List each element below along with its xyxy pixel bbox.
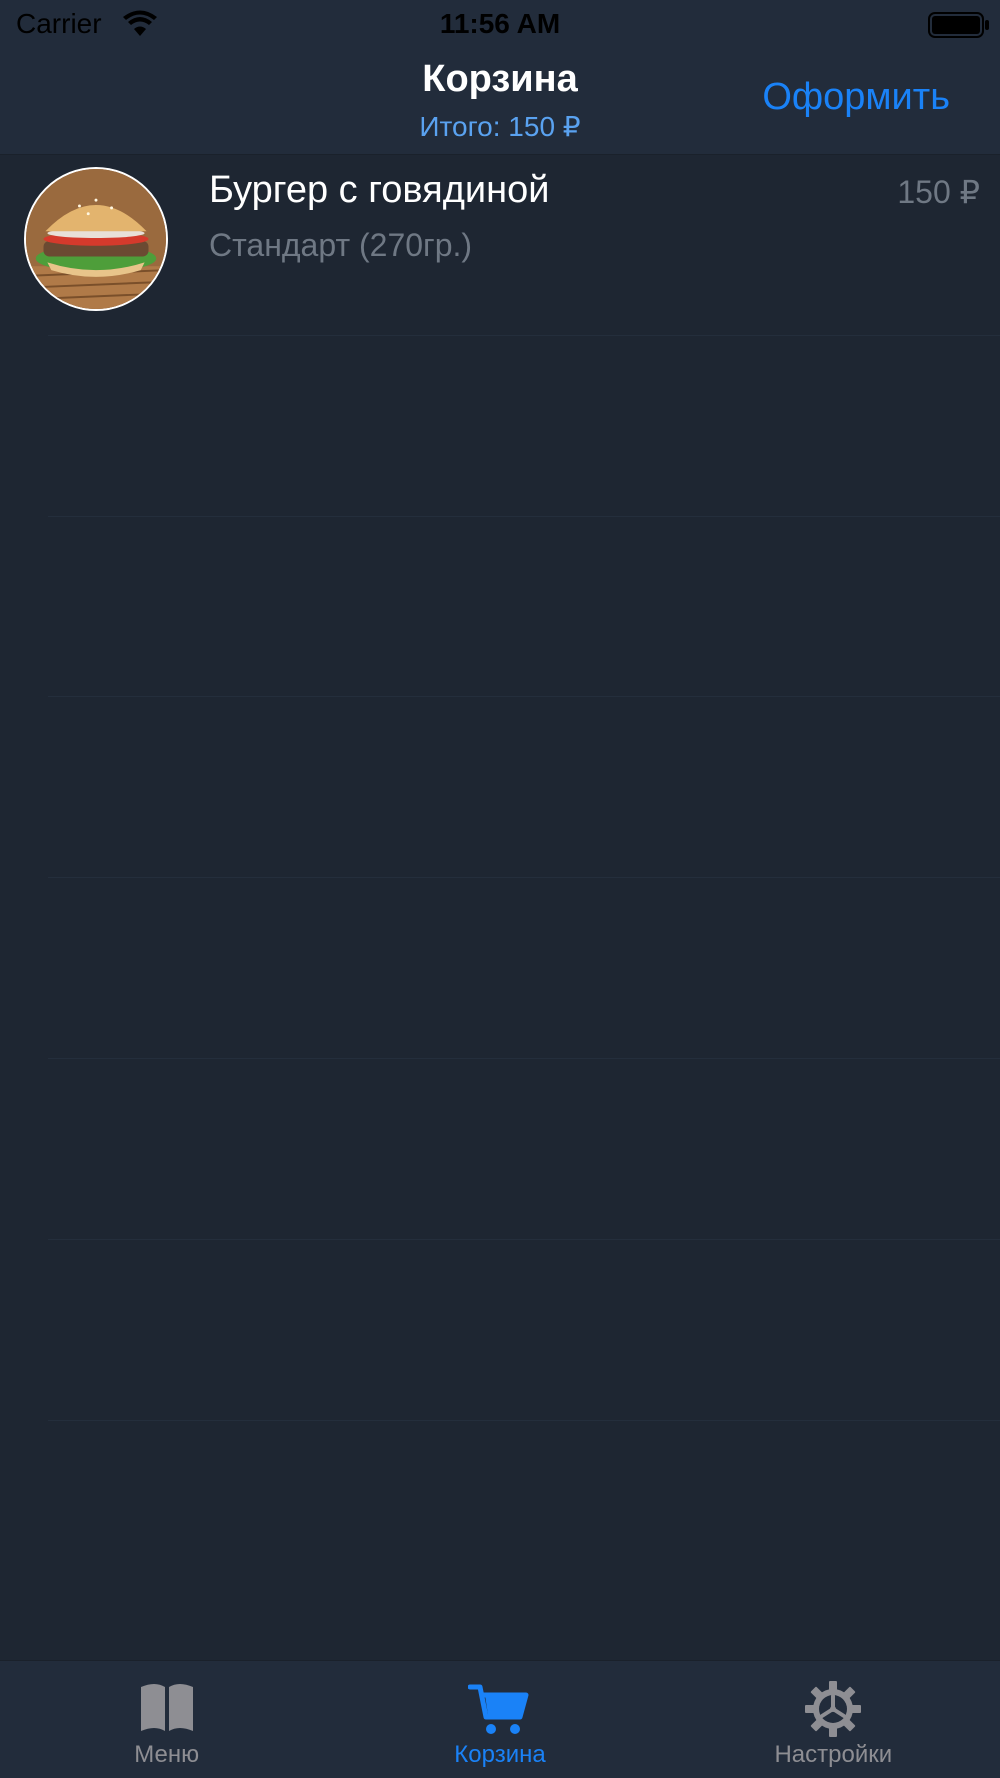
tab-settings[interactable]: Настройки [667,1661,1000,1778]
cart-icon [467,1684,529,1734]
item-name: Бургер с говядиной [209,169,550,211]
navigation-bar: Корзина Итого: 150 ₽ Оформить [0,50,1000,155]
tab-cart-label: Корзина [454,1741,546,1768]
row-separator [48,335,1000,336]
checkout-button[interactable]: Оформить [762,76,950,119]
row-separator [48,1058,1000,1059]
row-separator [48,696,1000,697]
burger-image-icon [26,169,166,309]
status-bar: Carrier 11:56 AM [0,0,1000,50]
cart-list: Бургер с говядиной Стандарт (270гр.) 150… [0,155,1000,1421]
tab-settings-label: Настройки [774,1741,893,1768]
row-separator [48,877,1000,878]
cart-item[interactable]: Бургер с говядиной Стандарт (270гр.) 150… [0,155,1000,335]
tab-bar: Меню Корзина Настройки [0,1660,1000,1778]
tab-menu-label: Меню [134,1741,200,1768]
row-separator [48,516,1000,517]
tab-menu[interactable]: Меню [0,1661,333,1778]
cart-screen: Carrier 11:56 AM Корзина Итого: 150 ₽ Оф… [0,0,1000,1778]
burger-photo [24,167,168,311]
tab-cart[interactable]: Корзина [333,1661,666,1778]
battery-icon [928,12,989,38]
status-time: 11:56 AM [439,8,561,39]
item-variant: Стандарт (270гр.) [209,227,473,263]
book-icon [140,1684,193,1731]
row-separator [48,1420,1000,1421]
item-price: 150 ₽ [897,174,980,210]
gear-icon [805,1681,862,1737]
row-separator [48,1239,1000,1240]
